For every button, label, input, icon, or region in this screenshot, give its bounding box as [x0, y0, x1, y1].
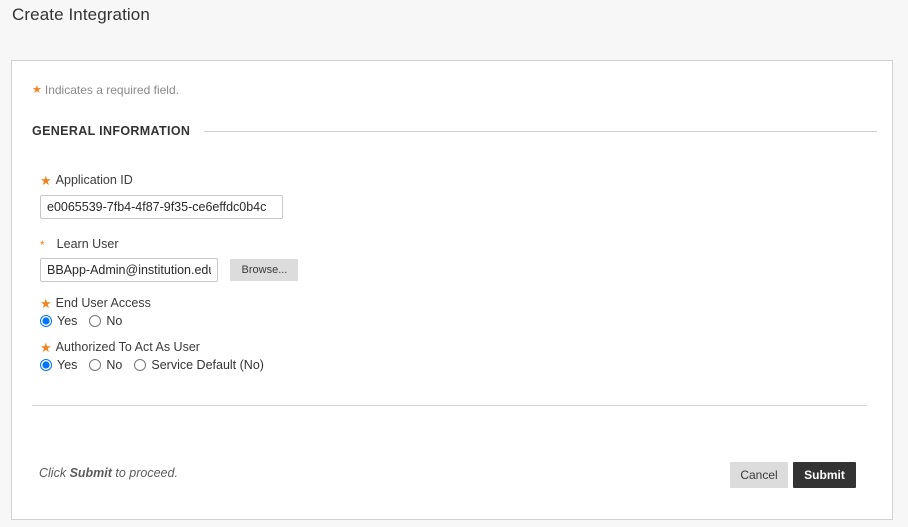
authorized-radio-yes[interactable] — [40, 358, 52, 371]
section-general-information-label: GENERAL INFORMATION — [32, 124, 191, 138]
footer-hint-prefix: Click — [39, 466, 70, 480]
authorized-option-service-default-label: Service Default (No) — [151, 357, 264, 372]
end-user-access-label-text: End User Access — [55, 296, 151, 310]
authorized-to-act-as-user-label: ★ Authorized To Act As User — [40, 340, 880, 356]
footer-buttons: Cancel Submit — [730, 462, 856, 488]
required-star-icon: ★ — [40, 296, 52, 311]
footer-divider — [32, 405, 867, 406]
end-user-access-radio-yes[interactable] — [40, 315, 52, 328]
end-user-access-option-no-label: No — [106, 314, 123, 328]
application-id-label: ★ Application ID — [40, 173, 880, 189]
section-divider — [204, 130, 877, 132]
application-id-label-text: Application ID — [55, 173, 133, 187]
authorized-option-no[interactable]: No — [89, 357, 123, 372]
authorized-option-service-default[interactable]: Service Default (No) — [134, 357, 264, 372]
required-star-icon: ★ — [40, 173, 52, 188]
browse-button[interactable]: Browse... — [230, 259, 299, 281]
authorized-radio-service-default[interactable] — [134, 358, 147, 371]
field-end-user-access: ★ End User Access Yes No — [40, 296, 880, 328]
field-application-id: ★ Application ID — [40, 173, 880, 219]
footer-hint-bold: Submit — [69, 466, 112, 480]
end-user-access-option-no[interactable]: No — [89, 315, 122, 328]
page-title: Create Integration — [12, 5, 150, 24]
end-user-access-radio-no[interactable] — [89, 315, 102, 328]
field-learn-user: * Learn User Browse... — [40, 237, 880, 282]
field-authorized-to-act-as-user: ★ Authorized To Act As User Yes No Servic… — [40, 340, 880, 372]
required-asterisk-icon: * — [40, 238, 45, 252]
authorized-to-act-as-user-radio-group: Yes No Service Default (No) — [40, 357, 880, 372]
cancel-button[interactable]: Cancel — [730, 462, 788, 488]
application-id-input[interactable] — [40, 195, 283, 219]
learn-user-input[interactable] — [40, 258, 218, 282]
submit-button[interactable]: Submit — [793, 462, 856, 488]
end-user-access-radio-group: Yes No — [40, 315, 880, 328]
authorized-option-no-label: No — [106, 357, 123, 372]
create-integration-panel: ★ Indicates a required field. GENERAL INF… — [11, 60, 893, 520]
footer-hint: Click Submit to proceed. — [39, 466, 178, 480]
required-star-icon: ★ — [40, 339, 52, 355]
authorized-option-yes-label: Yes — [57, 357, 78, 372]
end-user-access-option-yes[interactable]: Yes — [40, 315, 77, 328]
authorized-option-yes[interactable]: Yes — [40, 357, 78, 372]
general-information-form: ★Application ID *Learn User Browse... ★E… — [40, 173, 880, 371]
footer-hint-suffix: to proceed. — [111, 466, 178, 480]
authorized-to-act-as-user-label-text: Authorized To Act As User — [55, 339, 200, 354]
authorized-radio-no[interactable] — [89, 358, 102, 371]
required-star-icon: ★ — [32, 84, 42, 96]
end-user-access-option-yes-label: Yes — [57, 314, 78, 328]
required-field-note-text: Indicates a required field. — [44, 83, 179, 97]
end-user-access-label: ★ End User Access — [40, 296, 880, 312]
learn-user-label: * Learn User — [40, 237, 880, 252]
learn-user-label-text: Learn User — [56, 237, 119, 251]
section-general-information: GENERAL INFORMATION — [32, 124, 877, 138]
required-field-note: ★ Indicates a required field. — [32, 83, 179, 97]
